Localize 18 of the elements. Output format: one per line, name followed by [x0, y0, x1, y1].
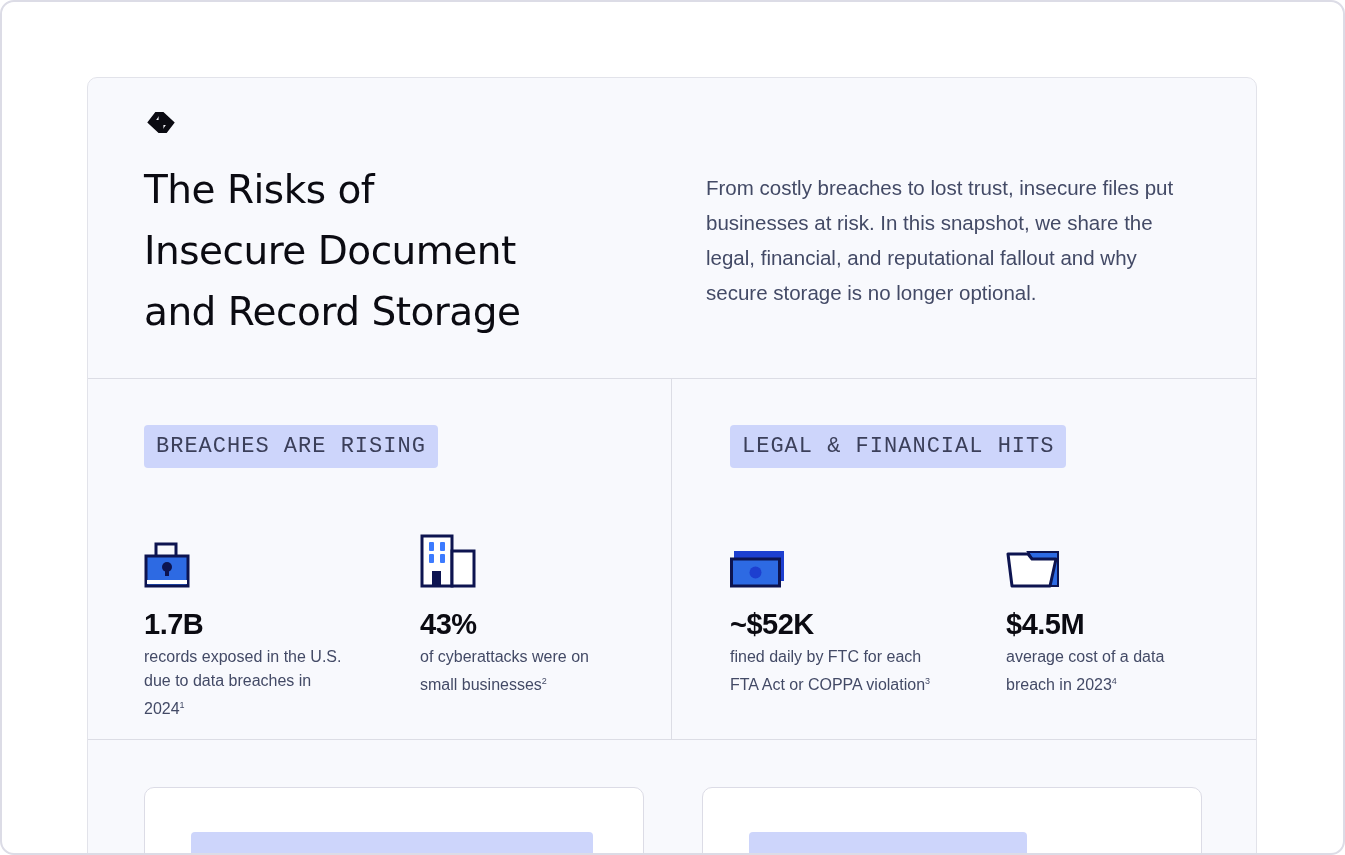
folder-icon	[1006, 550, 1060, 588]
page-title: Insecure Document	[144, 227, 517, 275]
stat-value: ~$52K	[730, 608, 815, 641]
stat-value: 43%	[420, 608, 478, 641]
stat-caption: average cost of a data breach in 2023$^{4}$	[1006, 647, 1166, 696]
page-title: The Risks of	[144, 166, 377, 214]
building-icon	[420, 534, 476, 588]
stat-caption: records exposed in the U.S. due to data breaches in 2024$^{1}$	[144, 647, 343, 720]
stat-value: 1.7B	[144, 608, 205, 641]
banknote-icon	[730, 550, 786, 588]
stat-value: $4.5M	[1006, 608, 1086, 641]
stat-caption: fined daily by FTC for each FTA Act or COPPA violation$^{3}$	[730, 647, 932, 696]
section-tag: LEGAL & FINANCIAL HITS	[730, 425, 1067, 468]
page-title: and Record Storage	[144, 288, 521, 336]
section-tag: BREACHES ARE RISING	[144, 425, 438, 468]
logo-icon	[144, 112, 178, 133]
stat-caption: of cyberattacks were on small businesses$^{2}$	[420, 647, 590, 696]
intro-paragraph: From costly breaches to lost trust, insecure files put businesses at risk. In this snapshot, we share the legal, financial, and reputational fallout and why secure storage is no longer optional.	[706, 175, 1175, 306]
